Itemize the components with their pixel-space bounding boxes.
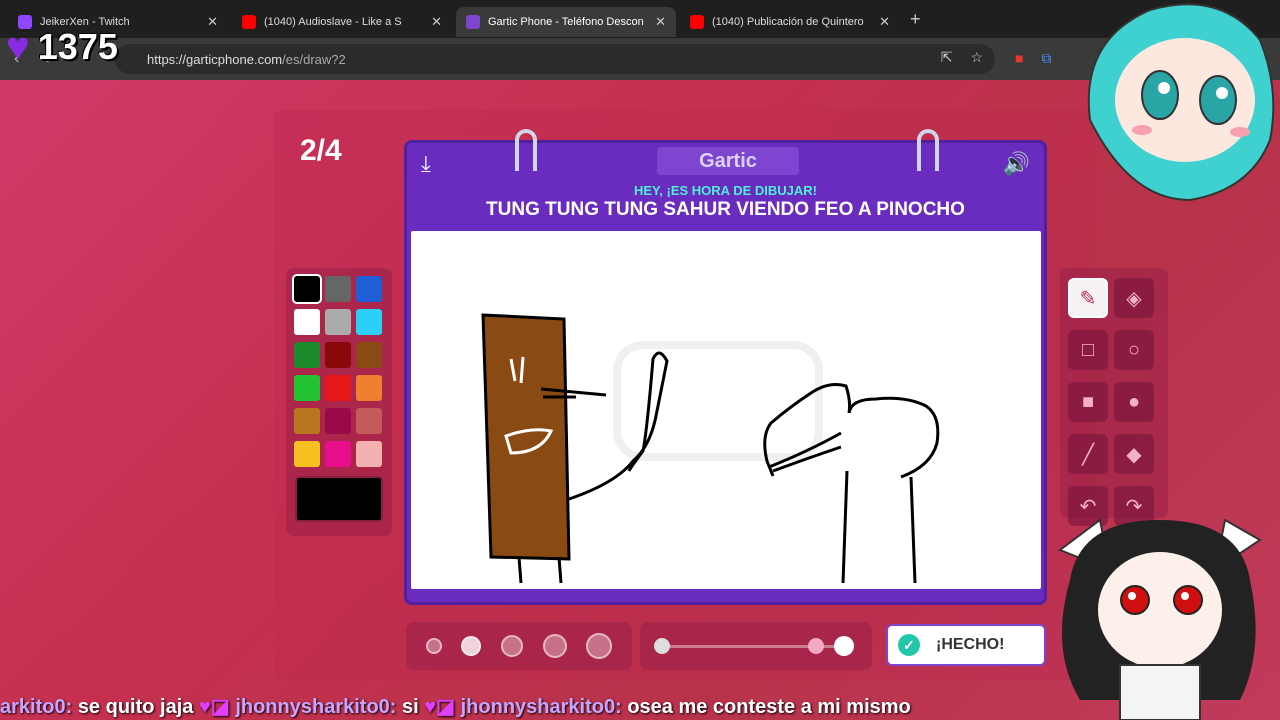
tab-title: (1040) Audioslave - Like a S: [264, 16, 402, 28]
new-tab-button[interactable]: +: [910, 9, 921, 30]
prompt-text: TUNG TUNG TUNG SAHUR VIENDO FEO A PINOCH…: [486, 199, 965, 220]
color-swatch[interactable]: [356, 309, 382, 335]
chat-ticker: arkito0: se quito jaja ♥◪ jhonnysharkito…: [0, 694, 1280, 720]
brush-size-selector: [406, 622, 632, 670]
drawing-canvas[interactable]: [411, 231, 1041, 589]
color-palette: [286, 268, 392, 536]
eraser-icon[interactable]: ◈: [1114, 278, 1154, 318]
heart-gem-icon: ♥: [424, 696, 437, 718]
color-swatch[interactable]: [325, 309, 351, 335]
anime-avatar-bottom: [1057, 518, 1262, 720]
opacity-slider[interactable]: [640, 622, 872, 670]
slider-min-dot: [654, 638, 670, 654]
share-icon[interactable]: ⇱: [941, 49, 953, 66]
binder-ring-icon: [917, 129, 939, 171]
tool-panel: ✎ ◈ □ ○ ■ ● ╱ ◆ ↶ ↷: [1060, 268, 1168, 526]
tab-title: (1040) Publicación de Quintero: [712, 16, 864, 28]
chat-username: arkito0:: [0, 696, 73, 718]
binder-ring-icon: [515, 129, 537, 171]
line-icon[interactable]: ╱: [1068, 434, 1108, 474]
done-label: ¡HECHO!: [936, 636, 1005, 653]
close-icon[interactable]: ✕: [879, 14, 890, 30]
pinocho-body: [841, 470, 917, 584]
chat-username: jhonnysharkito0:: [235, 696, 397, 718]
brush-size-4[interactable]: [542, 634, 567, 658]
brush-size-1[interactable]: [425, 638, 442, 654]
chat-message: osea me conteste a mi mismo: [627, 696, 911, 718]
color-swatch[interactable]: [294, 408, 320, 434]
chat-username: jhonnysharkito0:: [460, 696, 622, 718]
chat-message: si: [402, 696, 419, 718]
close-icon[interactable]: ✕: [431, 14, 442, 30]
heart-gem-icon: ♥: [198, 696, 211, 718]
tab-youtube-quintero[interactable]: (1040) Publicación de Quintero ✕: [680, 7, 900, 37]
close-icon[interactable]: ✕: [207, 14, 218, 30]
brush-size-2[interactable]: [461, 636, 482, 656]
color-swatch[interactable]: [325, 375, 351, 401]
badge-icon: ◪: [210, 696, 230, 718]
bookmark-icon[interactable]: ☆: [970, 49, 983, 66]
prompt-subtitle: HEY, ¡ES HORA DE DIBUJAR!: [634, 183, 817, 198]
chat-message: se quito jaja: [77, 696, 194, 718]
youtube-icon: [242, 15, 256, 29]
badge-icon: ◪: [436, 696, 456, 718]
circle-fill-icon[interactable]: ●: [1114, 382, 1154, 422]
color-swatch[interactable]: [356, 408, 382, 434]
color-swatch[interactable]: [325, 342, 351, 368]
circle-outline-icon[interactable]: ○: [1114, 330, 1154, 370]
bat-arm: [568, 351, 669, 501]
tab-gartic-phone[interactable]: Gartic Phone - Teléfono Descon ✕: [456, 7, 676, 37]
brush-size-3[interactable]: [500, 635, 523, 657]
viewer-count: 1375: [37, 26, 118, 67]
anime-avatar-top: [1087, 3, 1275, 202]
extension-icon[interactable]: ■: [1015, 50, 1023, 67]
check-icon: ✓: [898, 634, 920, 656]
pinocho-nose: [768, 431, 842, 473]
color-swatch[interactable]: [356, 375, 382, 401]
pen-icon[interactable]: ✎: [1068, 278, 1108, 318]
drawing-board: ⤓ Gartic 🔊 HEY, ¡ES HORA DE DIBUJAR! TUN…: [404, 129, 1047, 605]
color-swatch[interactable]: [294, 375, 320, 401]
tab-title: Gartic Phone - Teléfono Descon: [488, 16, 644, 28]
heart-icon: ♥: [6, 25, 30, 69]
url-path: /es/draw?2: [282, 51, 346, 67]
round-counter: 2/4: [300, 134, 342, 167]
tung-tung-body: [481, 313, 571, 561]
color-swatch[interactable]: [325, 408, 351, 434]
url-host: https://garticphone.com: [147, 51, 283, 67]
current-color: [295, 476, 383, 522]
color-swatch[interactable]: [294, 309, 320, 335]
color-swatch[interactable]: [356, 441, 382, 467]
color-swatch[interactable]: [294, 441, 320, 467]
color-swatch[interactable]: [356, 342, 382, 368]
extension-icon[interactable]: ⧉: [1041, 50, 1051, 67]
board-header: ⤓ Gartic 🔊 HEY, ¡ES HORA DE DIBUJAR! TUN…: [407, 129, 1044, 229]
youtube-icon: [690, 15, 704, 29]
download-icon[interactable]: ⤓: [421, 151, 431, 177]
close-icon[interactable]: ✕: [655, 14, 666, 30]
gartic-logo: Gartic: [657, 147, 799, 175]
color-swatch[interactable]: [356, 276, 382, 302]
rect-fill-icon[interactable]: ■: [1068, 382, 1108, 422]
drawing: [481, 313, 940, 584]
url-field[interactable]: https://garticphone.com/es/draw?2 ⇱ ☆: [115, 44, 995, 74]
color-swatch[interactable]: [292, 274, 322, 304]
color-swatch[interactable]: [325, 441, 351, 467]
slider-max-dot: [834, 636, 854, 656]
phone-icon: [466, 15, 480, 29]
volume-icon[interactable]: 🔊: [1003, 151, 1030, 177]
done-button[interactable]: ✓ ¡HECHO!: [886, 624, 1046, 666]
color-swatch[interactable]: [325, 276, 351, 302]
tab-youtube-audioslave[interactable]: (1040) Audioslave - Like a S ✕: [232, 7, 452, 37]
viewer-counter: ♥ 1375: [6, 26, 118, 68]
color-swatch[interactable]: [294, 342, 320, 368]
slider-handle[interactable]: [808, 638, 824, 654]
rect-outline-icon[interactable]: □: [1068, 330, 1108, 370]
brush-size-5[interactable]: [586, 633, 613, 659]
fill-bucket-icon[interactable]: ◆: [1114, 434, 1154, 474]
swatch-grid: [292, 274, 384, 467]
